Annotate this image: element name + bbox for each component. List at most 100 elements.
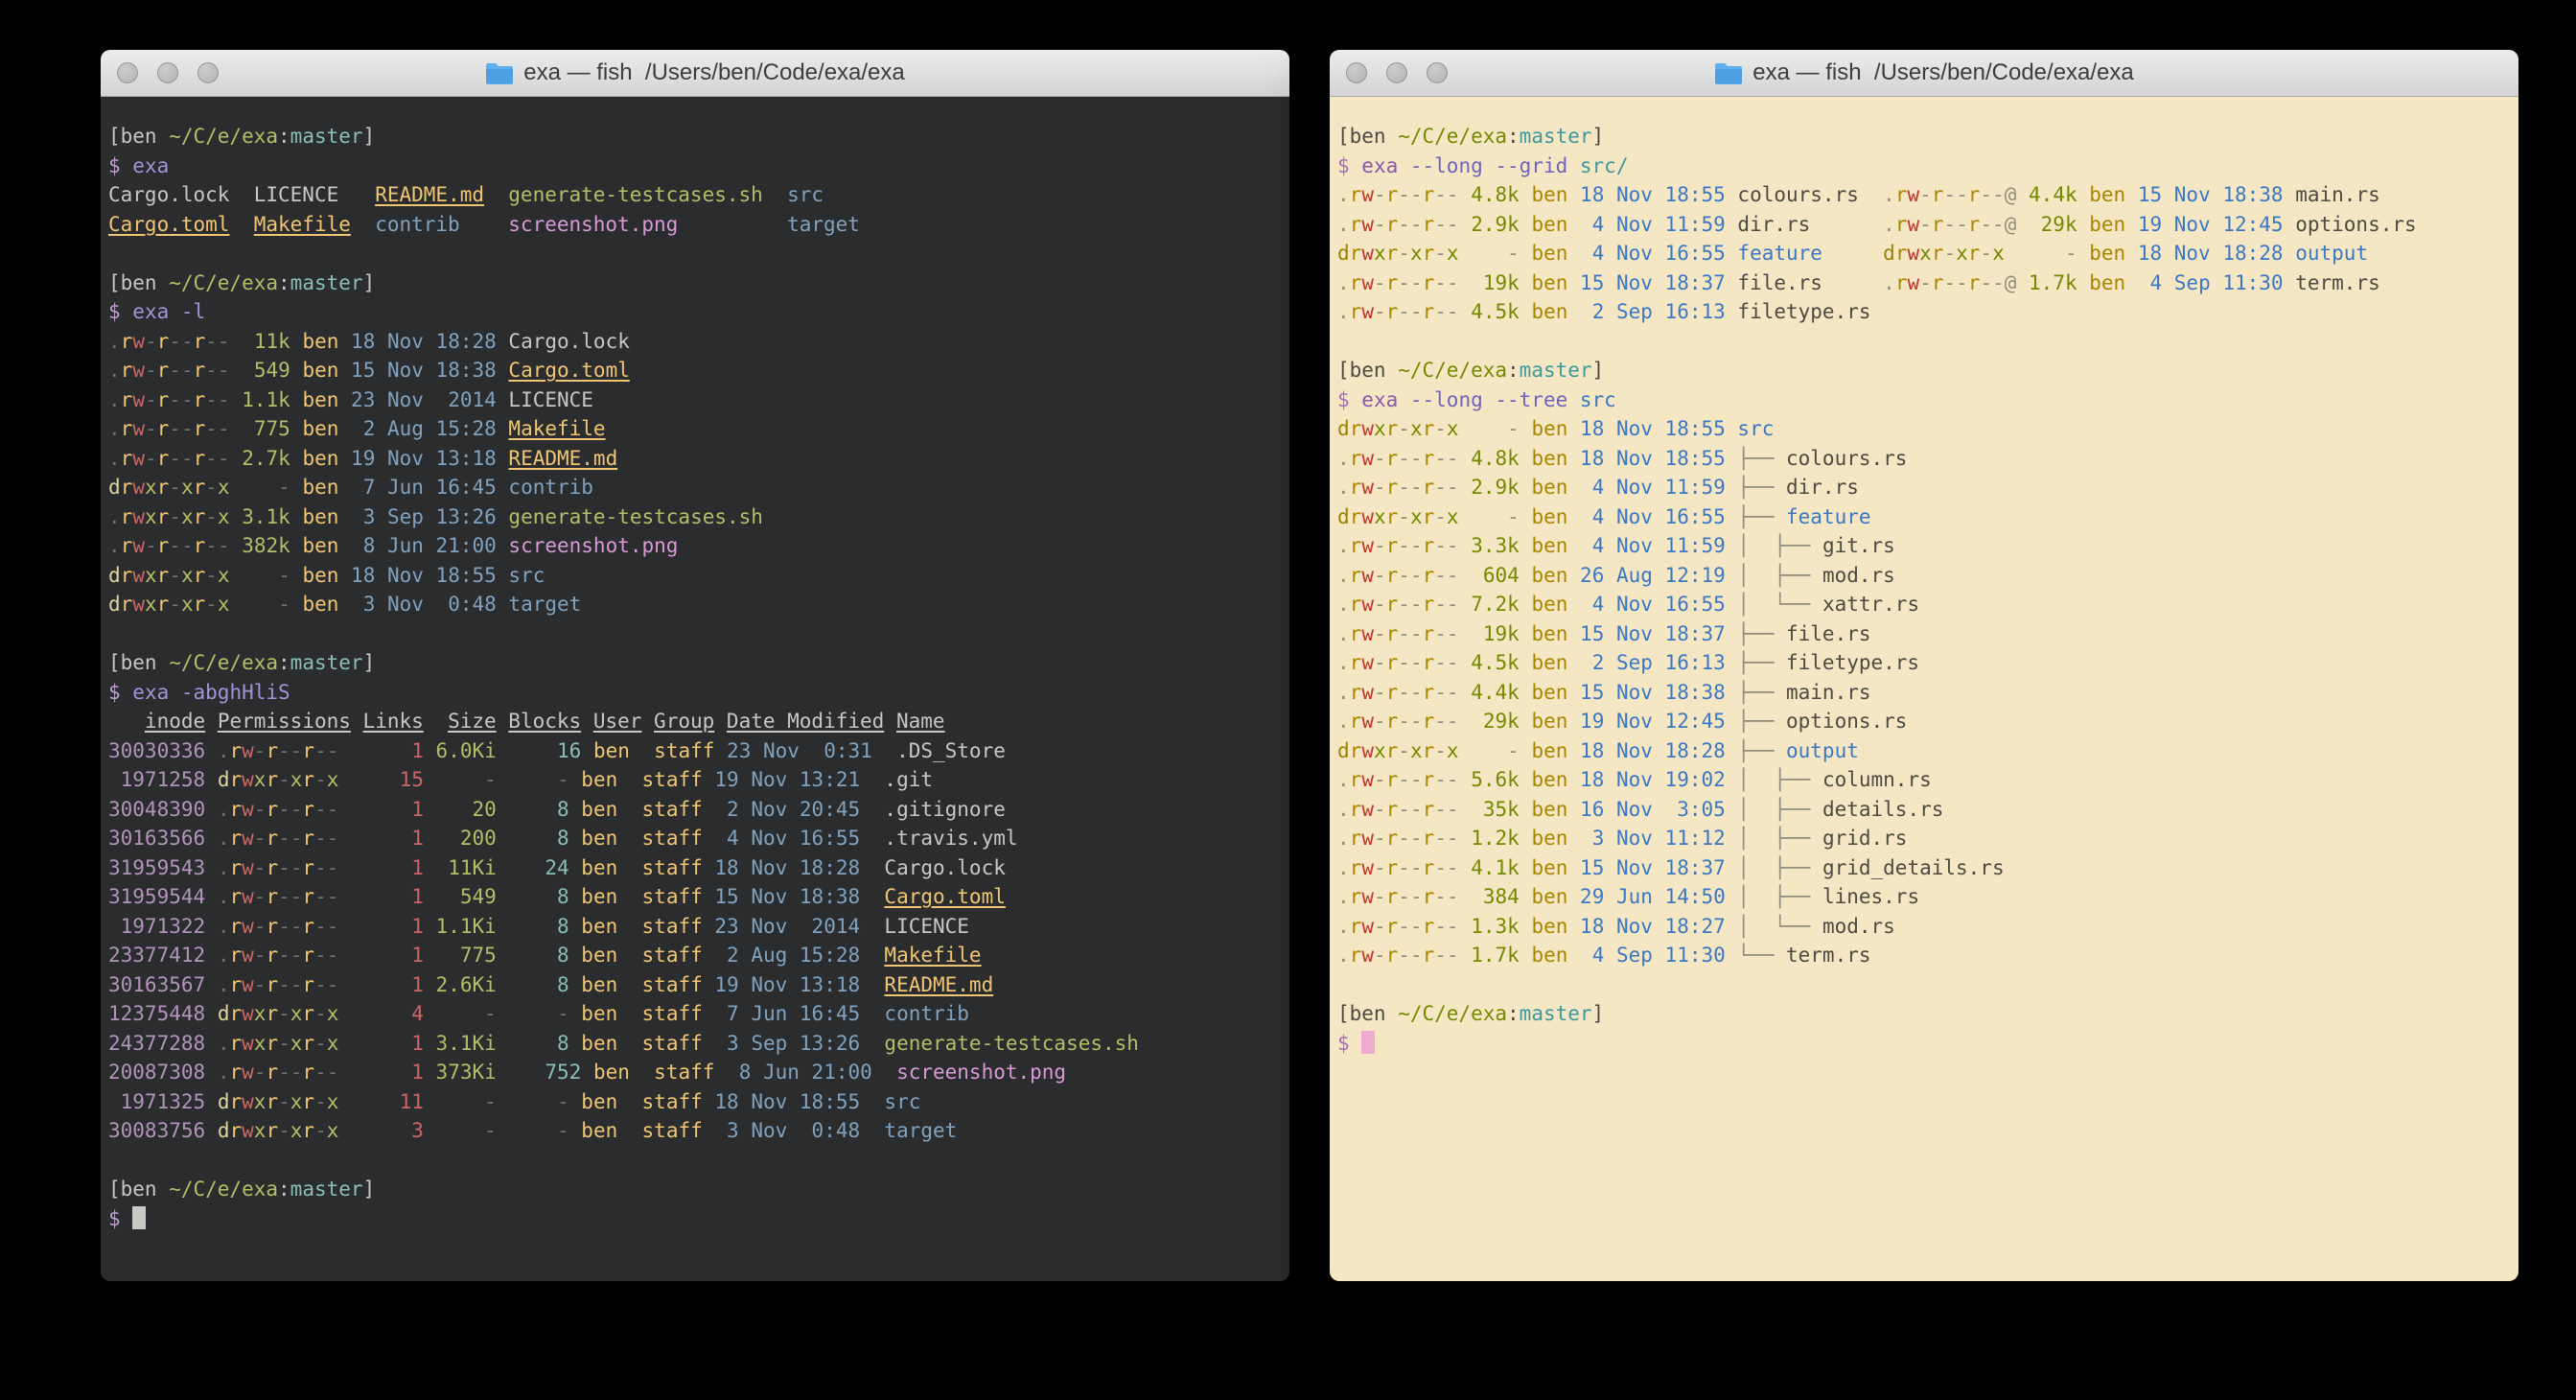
terminal-text	[703, 915, 715, 938]
permission-char: -	[1398, 827, 1410, 850]
left-terminal-screen[interactable]: [ben ~/C/e/exa:master]$ exaCargo.lock LI…	[101, 97, 1289, 1281]
permission-char: r	[157, 505, 170, 528]
terminal-text: [ben	[108, 125, 169, 148]
terminal-text: exa -l	[132, 300, 205, 323]
permission-char: r	[229, 1002, 242, 1025]
permission-char: r	[229, 768, 242, 791]
terminal-text: │ ├──	[1737, 856, 1822, 879]
right-terminal-window: exa — fish /Users/ben/Code/exa/exa [ben …	[1330, 50, 2518, 1281]
minimize-button[interactable]	[157, 62, 178, 83]
permission-char: r	[1386, 768, 1399, 791]
terminal-text: target	[884, 1119, 957, 1142]
terminal-text: $	[108, 300, 132, 323]
terminal-text: -	[1507, 242, 1520, 265]
minimize-button[interactable]	[1386, 62, 1407, 83]
terminal-text: screenshot.png	[508, 213, 678, 236]
terminal-text: ben	[1531, 622, 1567, 645]
permission-char: w	[242, 1002, 254, 1025]
terminal-text	[484, 183, 508, 206]
permission-char: x	[1410, 242, 1423, 265]
terminal-text: 1	[411, 973, 424, 996]
permission-char: r	[302, 944, 314, 967]
terminal-text: staff	[642, 915, 703, 938]
permission-char: -	[1434, 242, 1447, 265]
terminal-text	[338, 417, 351, 440]
close-button[interactable]	[1346, 62, 1367, 83]
permission-char: w	[132, 330, 145, 353]
terminal-text: 1	[411, 1061, 424, 1084]
terminal-text	[1459, 183, 1472, 206]
permission-char: x	[327, 1002, 339, 1025]
terminal-text: -	[436, 1090, 497, 1113]
permission-char: r	[157, 476, 170, 499]
permission-char: .	[1337, 827, 1350, 850]
permission-char: .	[218, 856, 230, 879]
terminal-text	[2016, 183, 2029, 206]
terminal-text	[1459, 271, 1483, 294]
terminal-text	[338, 1090, 399, 1113]
terminal-line: $ exa --long --tree src	[1337, 385, 2511, 415]
permission-char: w	[1361, 534, 1374, 557]
permission-char: @	[2005, 213, 2017, 236]
terminal-text	[497, 739, 557, 762]
permission-char: -	[218, 534, 230, 557]
terminal-text: 384	[1483, 885, 1520, 908]
permission-char: r	[1932, 271, 1944, 294]
permission-char: w	[1361, 681, 1374, 704]
terminal-text	[290, 505, 303, 528]
terminal-text	[1459, 447, 1472, 470]
permission-char: r	[266, 1002, 278, 1025]
terminal-text: 30163567	[108, 973, 205, 996]
permission-char: -	[169, 534, 181, 557]
right-terminal-screen[interactable]: [ben ~/C/e/exa:master]$ exa --long --gri…	[1330, 97, 2518, 1281]
close-button[interactable]	[117, 62, 138, 83]
permission-char: r	[194, 388, 206, 411]
permission-char: r	[1350, 505, 1362, 528]
terminal-text: 4 Nov 16:55	[1580, 593, 1726, 616]
terminal-text: generate-testcases.sh	[508, 183, 763, 206]
terminal-text: Makefile	[884, 944, 981, 967]
permission-char: r	[266, 739, 278, 762]
terminal-text: 4 Nov 11:59	[1580, 213, 1726, 236]
permission-char: .	[218, 1061, 230, 1084]
permission-char: -	[1434, 681, 1447, 704]
zoom-button[interactable]	[197, 62, 219, 83]
terminal-text: 1971325	[108, 1090, 205, 1113]
permission-char: -	[1398, 447, 1410, 470]
terminal-text: 35k	[1483, 798, 1520, 821]
terminal-text: ben	[1531, 681, 1567, 704]
terminal-text	[630, 739, 654, 762]
permission-char: -	[218, 417, 230, 440]
permission-char: -	[1919, 213, 1932, 236]
terminal-line: [ben ~/C/e/exa:master]	[108, 268, 1282, 298]
terminal-text	[424, 973, 436, 996]
terminal-text	[617, 915, 641, 938]
left-window-titlebar[interactable]: exa — fish /Users/ben/Code/exa/exa	[101, 50, 1289, 97]
terminal-text: src	[1737, 417, 1774, 440]
terminal-text: ~/C/e/exa	[169, 271, 278, 294]
terminal-text	[630, 1061, 654, 1084]
terminal-line: 31959544 .rw-r--r-- 1 549 8 ben staff 15…	[108, 882, 1282, 912]
zoom-button[interactable]	[1427, 62, 1448, 83]
permission-char: r	[302, 798, 314, 821]
terminal-text	[617, 973, 641, 996]
terminal-text	[205, 827, 218, 850]
permission-char: r	[1350, 622, 1362, 645]
permission-char: -	[1447, 476, 1459, 499]
permission-char: r	[1386, 447, 1399, 470]
terminal-text	[497, 856, 545, 879]
terminal-text: -	[436, 1119, 497, 1142]
terminal-text: ben	[302, 388, 338, 411]
terminal-text: options.rs	[1786, 710, 1907, 733]
right-window-titlebar[interactable]: exa — fish /Users/ben/Code/exa/exa	[1330, 50, 2518, 97]
terminal-line: .rw-r--r-- 549 ben 15 Nov 18:38 Cargo.to…	[108, 356, 1282, 385]
terminal-text	[617, 944, 641, 967]
terminal-text	[205, 739, 218, 762]
permission-char: w	[1907, 242, 1919, 265]
terminal-text	[1567, 593, 1580, 616]
permission-char: r	[157, 359, 170, 382]
terminal-text: ben	[1531, 651, 1567, 674]
terminal-text	[703, 1119, 715, 1142]
terminal-text	[678, 213, 787, 236]
permission-char: -	[1374, 856, 1386, 879]
